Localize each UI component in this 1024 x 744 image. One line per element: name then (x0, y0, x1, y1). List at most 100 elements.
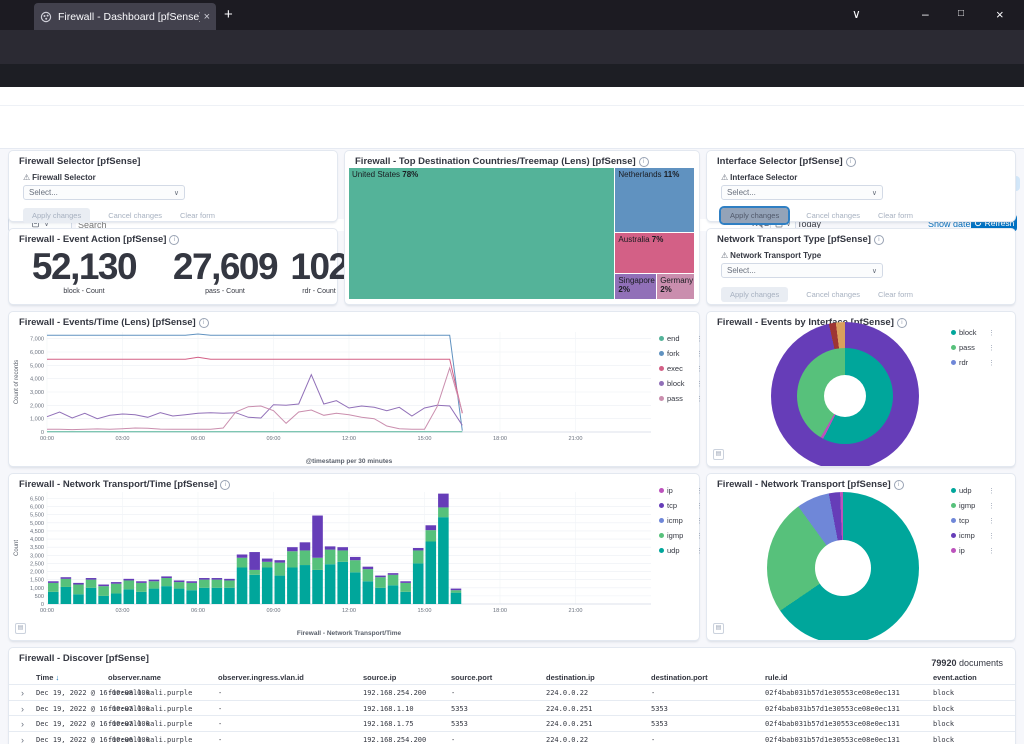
list-tabs-chevron-icon[interactable]: ∨ (852, 7, 861, 21)
table-row[interactable]: ›Dec 19, 2022 @ 16:00:08.000firewall.kal… (9, 684, 1015, 701)
treemap-cell[interactable]: Singapore 2% (615, 274, 656, 299)
treemap-cell[interactable]: United States 78% (349, 168, 614, 299)
legend-item[interactable]: rdr⋮ (951, 358, 995, 367)
column-header-observer-name[interactable]: observer.name (108, 673, 161, 682)
legend-menu-icon[interactable]: ⋮ (988, 502, 995, 510)
legend-item[interactable]: tcp⋮ (951, 516, 995, 525)
info-icon[interactable]: i (894, 480, 904, 490)
bar-segment-tcp (312, 516, 323, 558)
legend-item[interactable]: block⋮ (951, 328, 995, 337)
new-tab-button[interactable]: + (224, 6, 233, 23)
treemap-cell[interactable]: Netherlands 11% (615, 168, 694, 232)
sort-desc-icon[interactable]: ↓ (53, 673, 59, 682)
expand-row-icon[interactable]: › (21, 688, 24, 698)
legend-menu-icon[interactable]: ⋮ (696, 502, 703, 510)
legend-menu-icon[interactable]: ⋮ (988, 329, 995, 337)
info-icon[interactable]: i (874, 235, 884, 245)
column-header-source-ip[interactable]: source.ip (363, 673, 396, 682)
events-time-line-chart[interactable]: 01,0002,0003,0004,0005,0006,0007,00000:0… (11, 326, 659, 471)
window-minimize-button[interactable]: – (922, 7, 929, 21)
legend-item[interactable]: pass⋮ (659, 394, 703, 403)
apply-changes-button[interactable]: Apply changes (23, 208, 90, 223)
interface-select[interactable]: Select...∨ (721, 185, 883, 200)
legend-item[interactable]: icmp⋮ (659, 516, 703, 525)
window-close-button[interactable]: × (996, 7, 1004, 22)
table-row[interactable]: ›Dec 19, 2022 @ 16:00:07.000firewall.kal… (9, 700, 1015, 717)
table-row[interactable]: ›Dec 19, 2022 @ 16:00:07.000firewall.kal… (9, 715, 1015, 732)
column-header-observer-ingress-vlan-id[interactable]: observer.ingress.vlan.id (218, 673, 304, 682)
expand-row-icon[interactable]: › (21, 704, 24, 714)
legend-item[interactable]: ip⋮ (659, 486, 703, 495)
panel-title: Firewall - Events by Interface [pfSense]… (717, 317, 907, 328)
apply-changes-button[interactable]: Apply changes (721, 208, 788, 223)
legend-menu-icon[interactable]: ⋮ (696, 487, 703, 495)
legend-menu-icon[interactable]: ⋮ (988, 359, 995, 367)
table-row[interactable]: ›Dec 19, 2022 @ 16:00:06.000firewall.kal… (9, 731, 1015, 744)
legend-item[interactable]: udp⋮ (951, 486, 995, 495)
treemap-label: Singapore 2% (618, 276, 654, 294)
legend-dot (659, 366, 664, 371)
legend-item[interactable]: block⋮ (659, 379, 703, 388)
info-icon[interactable]: i (639, 157, 649, 167)
legend-item[interactable]: udp⋮ (659, 546, 703, 555)
legend-menu-icon[interactable]: ⋮ (696, 517, 703, 525)
column-header-destination-ip[interactable]: destination.ip (546, 673, 595, 682)
info-icon[interactable]: i (897, 318, 907, 328)
treemap-cell[interactable]: Germany 2% (657, 274, 694, 299)
legend-item[interactable]: igmp⋮ (659, 531, 703, 540)
legend-item[interactable]: igmp⋮ (951, 501, 995, 510)
legend-menu-icon[interactable]: ⋮ (696, 365, 703, 373)
legend-menu-icon[interactable]: ⋮ (696, 532, 703, 540)
legend-item[interactable]: exec⋮ (659, 364, 703, 373)
info-icon[interactable]: i (846, 157, 856, 167)
legend-menu-icon[interactable]: ⋮ (696, 547, 703, 555)
bar-segment-tcp (161, 576, 172, 578)
legend-menu-icon[interactable]: ⋮ (696, 380, 703, 388)
table-cell: block (933, 705, 954, 713)
legend-menu-icon[interactable]: ⋮ (988, 547, 995, 555)
legend-menu-icon[interactable]: ⋮ (988, 344, 995, 352)
expand-row-icon[interactable]: › (21, 719, 24, 729)
legend-menu-icon[interactable]: ⋮ (988, 517, 995, 525)
bar-segment-udp (400, 592, 411, 604)
cancel-changes-button[interactable]: Cancel changes (806, 211, 860, 220)
column-header-destination-port[interactable]: destination.port (651, 673, 708, 682)
transport-select[interactable]: Select...∨ (721, 263, 883, 278)
panel-corner-icon[interactable]: ▤ (713, 449, 724, 460)
legend-item[interactable]: fork⋮ (659, 349, 703, 358)
bar-segment-tcp (124, 579, 135, 581)
legend-menu-icon[interactable]: ⋮ (988, 487, 995, 495)
panel-corner-icon[interactable]: ▤ (713, 623, 724, 634)
legend-menu-icon[interactable]: ⋮ (696, 335, 703, 343)
apply-changes-button[interactable]: Apply changes (721, 287, 788, 302)
column-header-rule-id[interactable]: rule.id (765, 673, 788, 682)
transport-time-bar-chart[interactable]: 05001,0001,5002,0002,5003,0003,5004,0004… (11, 486, 659, 643)
legend-item[interactable]: end⋮ (659, 334, 703, 343)
column-header-event-action[interactable]: event.action (933, 673, 977, 682)
bar-segment-tcp (413, 548, 424, 550)
treemap-chart[interactable]: United States 78%Netherlands 11%Australi… (349, 168, 695, 300)
panel-corner-icon[interactable]: ▤ (15, 623, 26, 634)
legend-item[interactable]: tcp⋮ (659, 501, 703, 510)
window-maximize-button[interactable]: □ (958, 8, 964, 19)
cancel-changes-button[interactable]: Cancel changes (108, 211, 162, 220)
browser-tab[interactable]: Firewall - Dashboard [pfSense] × (34, 3, 216, 30)
clear-form-button[interactable]: Clear form (878, 290, 913, 299)
firewall-select[interactable]: Select...∨ (23, 185, 185, 200)
clear-form-button[interactable]: Clear form (180, 211, 215, 220)
info-icon[interactable]: i (169, 235, 179, 245)
legend-menu-icon[interactable]: ⋮ (696, 350, 703, 358)
expand-row-icon[interactable]: › (21, 735, 24, 744)
legend-menu-icon[interactable]: ⋮ (988, 532, 995, 540)
table-cell: block (933, 720, 954, 728)
legend-item[interactable]: ip⋮ (951, 546, 995, 555)
column-header-source-port[interactable]: source.port (451, 673, 492, 682)
column-header-time[interactable]: Time ↓ (36, 673, 59, 682)
legend-menu-icon[interactable]: ⋮ (696, 395, 703, 403)
legend-item[interactable]: icmp⋮ (951, 531, 995, 540)
tab-close-icon[interactable]: × (204, 11, 210, 23)
clear-form-button[interactable]: Clear form (878, 211, 913, 220)
legend-item[interactable]: pass⋮ (951, 343, 995, 352)
treemap-cell[interactable]: Australia 7% (615, 233, 694, 274)
cancel-changes-button[interactable]: Cancel changes (806, 290, 860, 299)
